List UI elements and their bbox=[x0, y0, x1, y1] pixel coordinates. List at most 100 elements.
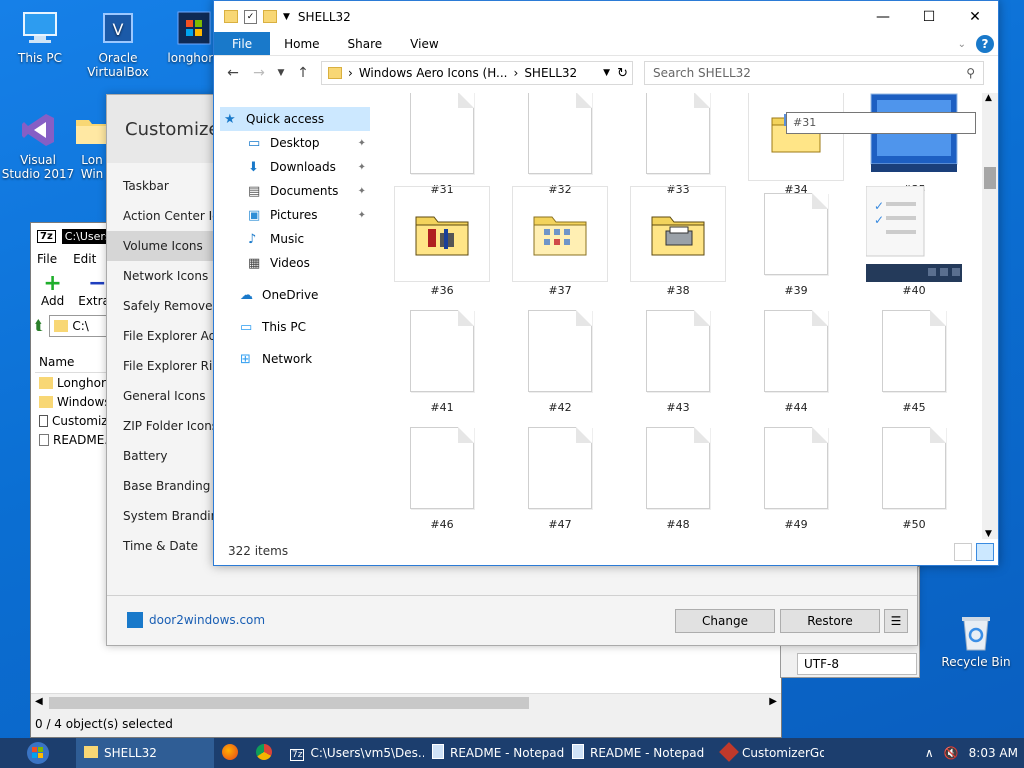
desktop-icon-virtualbox[interactable]: V Oracle VirtualBox bbox=[80, 8, 156, 79]
desktop-icon-visual-studio[interactable]: Visual Studio 2017 bbox=[0, 110, 76, 181]
icon-tile[interactable]: #44 bbox=[748, 303, 844, 414]
icon-tile[interactable]: #36 bbox=[394, 186, 490, 297]
clock[interactable]: 8:03 AM bbox=[969, 746, 1018, 760]
icon-tile[interactable]: #32 bbox=[512, 93, 608, 196]
icon-tile[interactable]: #38 bbox=[630, 186, 726, 297]
customizer-nav-item[interactable]: Taskbar bbox=[107, 171, 215, 201]
add-button[interactable]: + Add bbox=[41, 273, 64, 309]
breadcrumb-item[interactable]: Windows Aero Icons (H... bbox=[359, 66, 508, 80]
show-hidden-icons[interactable]: ∧ bbox=[925, 746, 934, 760]
icon-tile[interactable]: #50 bbox=[866, 420, 962, 531]
icon-tile[interactable]: #34 bbox=[748, 93, 844, 196]
sidebar-item-videos[interactable]: ▦ Videos bbox=[244, 251, 374, 275]
tab-share[interactable]: Share bbox=[334, 32, 397, 55]
tab-home[interactable]: Home bbox=[270, 32, 333, 55]
menu-file[interactable]: File bbox=[37, 252, 57, 266]
recent-locations-icon[interactable]: ▼ bbox=[272, 68, 290, 78]
chevron-down-icon[interactable]: ▼ bbox=[603, 68, 610, 78]
back-icon[interactable]: ← bbox=[220, 65, 246, 81]
forward-icon[interactable]: → bbox=[246, 65, 272, 81]
scroll-left-icon[interactable]: ◀ bbox=[35, 696, 43, 707]
search-input[interactable]: Search SHELL32 ⚲ bbox=[644, 61, 984, 85]
chevron-down-icon[interactable]: ▼ bbox=[283, 12, 290, 22]
vertical-scrollbar[interactable]: ▲ ▼ bbox=[982, 93, 998, 539]
pin-icon[interactable]: ✦ bbox=[358, 186, 366, 197]
refresh-icon[interactable]: ↻ bbox=[617, 66, 628, 81]
customizer-nav-item[interactable]: Safely Remove Hardware bbox=[107, 291, 215, 321]
icon-tile[interactable]: #31 bbox=[394, 93, 490, 196]
icon-tile[interactable]: #35 bbox=[866, 93, 962, 196]
icon-tile[interactable]: #37 bbox=[512, 186, 608, 297]
pin-icon[interactable]: ✦ bbox=[358, 162, 366, 173]
menu-edit[interactable]: Edit bbox=[73, 252, 96, 266]
breadcrumb-item[interactable]: SHELL32 bbox=[524, 66, 577, 80]
customizer-nav-item[interactable]: ZIP Folder Icons bbox=[107, 411, 215, 441]
desktop-icon-this-pc[interactable]: This PC bbox=[2, 8, 78, 65]
customizer-nav-item[interactable]: Action Center Icons bbox=[107, 201, 215, 231]
taskbar-item[interactable] bbox=[214, 738, 248, 768]
sevenzip-horizontal-scrollbar[interactable]: ◀ ▶ bbox=[31, 693, 781, 711]
desktop-icon-recycle-bin[interactable]: Recycle Bin bbox=[936, 612, 1016, 669]
scroll-up-icon[interactable]: ▲ bbox=[985, 93, 992, 103]
customizer-nav-item[interactable]: Battery bbox=[107, 441, 215, 471]
sidebar-item-documents[interactable]: ▤ Documents ✦ bbox=[244, 179, 374, 203]
sidebar-item-network[interactable]: ⊞ Network bbox=[236, 347, 376, 371]
list-item[interactable]: Windows bbox=[35, 392, 115, 411]
sidebar-item-this-pc[interactable]: ▭ This PC bbox=[236, 315, 376, 339]
explorer-window[interactable]: ✓ ▼ SHELL32 — ☐ ✕ File Home Share View ⌄… bbox=[213, 0, 999, 566]
door2windows-link[interactable]: door2windows.com bbox=[127, 612, 265, 628]
taskbar-item[interactable]: SHELL32 bbox=[76, 738, 214, 768]
icon-tile[interactable]: #48 bbox=[630, 420, 726, 531]
list-item[interactable]: README.t bbox=[35, 430, 115, 449]
close-button[interactable]: ✕ bbox=[952, 1, 998, 32]
customizer-nav-item[interactable]: General Icons bbox=[107, 381, 215, 411]
customizer-nav-item[interactable]: Time & Date bbox=[107, 531, 215, 561]
sidebar-item-pictures[interactable]: ▣ Pictures ✦ bbox=[244, 203, 374, 227]
expand-ribbon-icon[interactable]: ⌄ bbox=[958, 39, 966, 50]
icon-tile[interactable]: #39 bbox=[748, 186, 844, 297]
tab-view[interactable]: View bbox=[396, 32, 452, 55]
taskbar-item[interactable]: README - Notepad bbox=[564, 738, 714, 768]
hamburger-menu-button[interactable]: ☰ bbox=[884, 609, 908, 633]
up-icon[interactable]: ↑ bbox=[290, 65, 316, 81]
customizer-nav-item[interactable]: File Explorer Address bbox=[107, 321, 215, 351]
list-item[interactable]: Longhorn bbox=[35, 373, 115, 392]
pin-icon[interactable]: ✦ bbox=[358, 138, 366, 149]
icon-tile[interactable]: #43 bbox=[630, 303, 726, 414]
column-header-name[interactable]: Name bbox=[35, 351, 115, 373]
maximize-button[interactable]: ☐ bbox=[906, 1, 952, 32]
properties-icon[interactable]: ✓ bbox=[244, 9, 257, 24]
volume-muted-icon[interactable]: 🔇 bbox=[944, 746, 959, 760]
customizer-nav-item[interactable]: Base Branding bbox=[107, 471, 215, 501]
new-folder-icon[interactable] bbox=[263, 10, 277, 23]
icon-tile[interactable]: ✓ ✓ #40 bbox=[866, 186, 962, 297]
sidebar-item-onedrive[interactable]: ☁ OneDrive bbox=[236, 283, 376, 307]
customizer-nav-item[interactable]: System Branding bbox=[107, 501, 215, 531]
sidebar-item-downloads[interactable]: ⬇ Downloads ✦ bbox=[244, 155, 374, 179]
customizer-nav-item[interactable]: Network Icons bbox=[107, 261, 215, 291]
change-button[interactable]: Change bbox=[675, 609, 775, 633]
explorer-titlebar[interactable]: ✓ ▼ SHELL32 — ☐ ✕ bbox=[214, 1, 998, 32]
icon-tile[interactable]: #41 bbox=[394, 303, 490, 414]
customizer-nav-item[interactable]: Volume Icons bbox=[107, 231, 215, 261]
taskbar-item[interactable] bbox=[248, 738, 282, 768]
address-bar[interactable]: › Windows Aero Icons (H... › SHELL32 ▼ ↻ bbox=[321, 61, 633, 85]
taskbar-item[interactable]: CustomizerGod bbox=[714, 738, 824, 768]
large-icons-view-icon[interactable] bbox=[976, 543, 994, 561]
restore-button[interactable]: Restore bbox=[780, 609, 880, 633]
sidebar-item-desktop[interactable]: ▭ Desktop ✦ bbox=[244, 131, 374, 155]
icon-tile[interactable]: #46 bbox=[394, 420, 490, 531]
icon-tile[interactable]: #42 bbox=[512, 303, 608, 414]
minimize-button[interactable]: — bbox=[860, 1, 906, 32]
tab-file[interactable]: File bbox=[214, 32, 271, 55]
icon-tile[interactable]: #49 bbox=[748, 420, 844, 531]
scroll-right-icon[interactable]: ▶ bbox=[769, 696, 777, 707]
sidebar-item-music[interactable]: ♪ Music bbox=[244, 227, 374, 251]
list-item[interactable]: Customize bbox=[35, 411, 115, 430]
sidebar-item-quick-access[interactable]: ★ Quick access bbox=[220, 107, 370, 131]
help-icon[interactable]: ? bbox=[976, 35, 994, 53]
icon-tile[interactable]: #33 bbox=[630, 93, 726, 196]
icon-tile[interactable]: #47 bbox=[512, 420, 608, 531]
customizer-nav-item[interactable]: File Explorer Ribbon bbox=[107, 351, 215, 381]
scroll-thumb[interactable] bbox=[49, 697, 529, 709]
